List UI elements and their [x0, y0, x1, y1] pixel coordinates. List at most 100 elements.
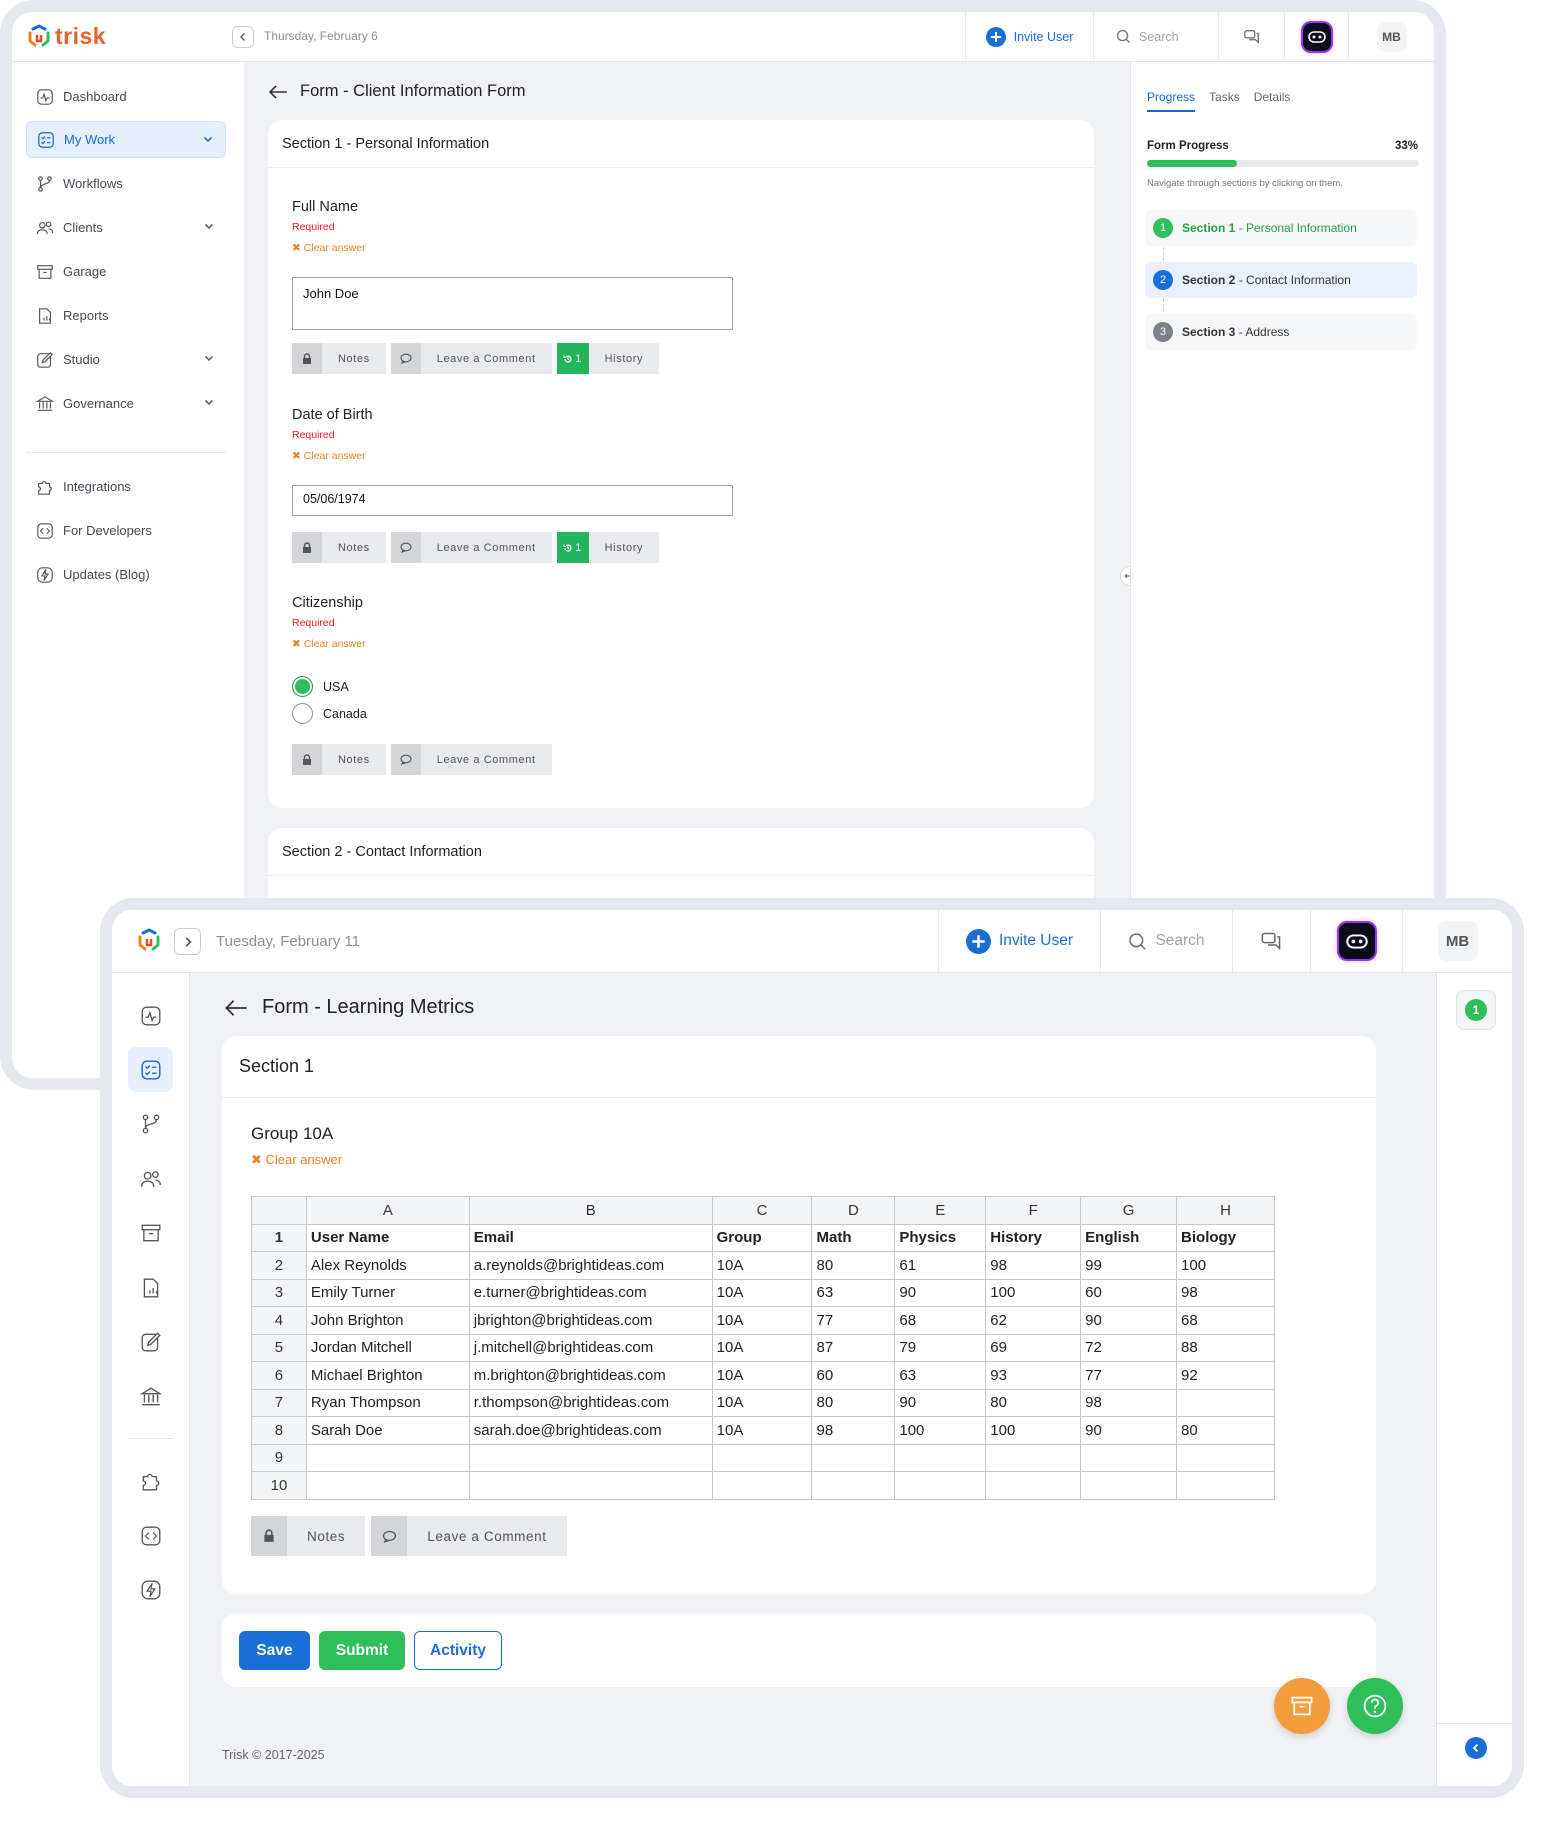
- table-cell[interactable]: 80: [985, 1388, 1082, 1417]
- sidebar-item-workflows[interactable]: [128, 1101, 173, 1146]
- table-cell[interactable]: 100: [985, 1278, 1082, 1307]
- full-name-field[interactable]: John Doe: [292, 277, 733, 330]
- table-cell[interactable]: [468, 1471, 713, 1500]
- column-header-cell[interactable]: G: [1080, 1196, 1178, 1225]
- table-cell[interactable]: Alex Reynolds: [305, 1251, 470, 1280]
- table-cell[interactable]: jbrighton@brightideas.com: [468, 1306, 713, 1335]
- submit-button[interactable]: Submit: [319, 1631, 405, 1670]
- table-cell[interactable]: 10A: [711, 1416, 813, 1445]
- table-cell[interactable]: Biology: [1176, 1223, 1275, 1252]
- table-cell[interactable]: [711, 1471, 813, 1500]
- table-cell[interactable]: r.thompson@brightideas.com: [468, 1388, 713, 1417]
- table-cell[interactable]: Sarah Doe: [305, 1416, 470, 1445]
- leave-comment-button[interactable]: Leave a Comment: [390, 532, 552, 563]
- table-cell[interactable]: [305, 1471, 470, 1500]
- sidebar-item-integrations[interactable]: Integrations: [26, 468, 226, 505]
- table-cell[interactable]: 72: [1080, 1333, 1178, 1362]
- table-cell[interactable]: 63: [894, 1361, 987, 1390]
- table-cell[interactable]: 68: [894, 1306, 987, 1335]
- tab-details[interactable]: Details: [1254, 90, 1291, 112]
- table-cell[interactable]: History: [985, 1223, 1082, 1252]
- table-cell[interactable]: 79: [894, 1333, 987, 1362]
- table-cell[interactable]: [985, 1443, 1082, 1472]
- table-cell[interactable]: 87: [811, 1333, 896, 1362]
- progress-section-3[interactable]: 3 Section 3 - Address: [1145, 314, 1417, 350]
- sidebar-item-studio[interactable]: Studio: [26, 341, 226, 378]
- table-cell[interactable]: 69: [985, 1333, 1082, 1362]
- invite-user-button[interactable]: Invite User: [938, 910, 1100, 972]
- table-cell[interactable]: 98: [1176, 1278, 1275, 1307]
- sidebar-item-dashboard[interactable]: [128, 993, 173, 1038]
- messages-button[interactable]: [1218, 12, 1284, 61]
- table-cell[interactable]: User Name: [305, 1223, 470, 1252]
- notes-button[interactable]: Notes: [292, 744, 386, 775]
- archive-fab-button[interactable]: [1274, 1678, 1330, 1734]
- table-cell[interactable]: 10A: [711, 1361, 813, 1390]
- column-header-cell[interactable]: B: [468, 1196, 713, 1225]
- assistant-button[interactable]: [1310, 910, 1402, 972]
- sidebar-item-integrations[interactable]: [128, 1458, 173, 1503]
- sidebar-item-governance[interactable]: Governance: [26, 385, 226, 422]
- table-cell[interactable]: 80: [1176, 1416, 1275, 1445]
- table-cell[interactable]: 62: [985, 1306, 1082, 1335]
- clear-answer-link[interactable]: ✖ Clear answer: [292, 242, 366, 254]
- table-cell[interactable]: 61: [894, 1251, 987, 1280]
- column-header-cell[interactable]: H: [1176, 1196, 1275, 1225]
- table-cell[interactable]: Ryan Thompson: [305, 1388, 470, 1417]
- notes-button[interactable]: Notes: [292, 532, 386, 563]
- table-cell[interactable]: j.mitchell@brightideas.com: [468, 1333, 713, 1362]
- notes-button[interactable]: Notes: [251, 1516, 366, 1556]
- table-cell[interactable]: 90: [1080, 1416, 1178, 1445]
- table-cell[interactable]: 88: [1176, 1333, 1275, 1362]
- table-cell[interactable]: 100: [894, 1416, 987, 1445]
- column-header-cell[interactable]: E: [894, 1196, 987, 1225]
- sidebar-item-garage[interactable]: [128, 1210, 173, 1255]
- activity-button[interactable]: Activity: [414, 1631, 502, 1670]
- clear-answer-link[interactable]: ✖ Clear answer: [292, 638, 366, 650]
- sidebar-item-garage[interactable]: Garage: [26, 253, 226, 290]
- table-cell[interactable]: sarah.doe@brightideas.com: [468, 1416, 713, 1445]
- table-cell[interactable]: 98: [1080, 1388, 1178, 1417]
- table-cell[interactable]: [1176, 1443, 1275, 1472]
- user-menu[interactable]: MB: [1348, 12, 1434, 61]
- progress-section-1[interactable]: 1 Section 1 - Personal Information: [1145, 210, 1417, 246]
- table-cell[interactable]: Jordan Mitchell: [305, 1333, 470, 1362]
- sidebar-item-my-work[interactable]: [128, 1047, 173, 1092]
- table-cell[interactable]: 10A: [711, 1333, 813, 1362]
- table-cell[interactable]: [1176, 1471, 1275, 1500]
- table-cell[interactable]: 100: [1176, 1251, 1275, 1280]
- arrow-left-icon[interactable]: [268, 84, 288, 100]
- table-cell[interactable]: 92: [1176, 1361, 1275, 1390]
- table-cell[interactable]: Email: [468, 1223, 713, 1252]
- table-cell[interactable]: a.reynolds@brightideas.com: [468, 1251, 713, 1280]
- table-cell[interactable]: 100: [985, 1416, 1082, 1445]
- table-cell[interactable]: [1080, 1443, 1178, 1472]
- table-cell[interactable]: 80: [811, 1388, 896, 1417]
- tab-progress[interactable]: Progress: [1147, 90, 1196, 112]
- sidebar-item-governance[interactable]: [128, 1374, 173, 1419]
- expand-panel-button[interactable]: [1465, 1737, 1487, 1759]
- table-cell[interactable]: 10A: [711, 1278, 813, 1307]
- column-header-cell[interactable]: A: [305, 1196, 470, 1225]
- table-cell[interactable]: [894, 1443, 987, 1472]
- table-cell[interactable]: e.turner@brightideas.com: [468, 1278, 713, 1307]
- messages-button[interactable]: [1232, 910, 1310, 972]
- save-button[interactable]: Save: [239, 1631, 310, 1670]
- search-input[interactable]: Search: [1093, 12, 1218, 61]
- table-cell[interactable]: John Brighton: [305, 1306, 470, 1335]
- table-cell[interactable]: English: [1080, 1223, 1178, 1252]
- sidebar-collapse-button[interactable]: [232, 26, 254, 48]
- table-cell[interactable]: [894, 1471, 987, 1500]
- radio-option-canada[interactable]: Canada: [292, 703, 367, 724]
- table-cell[interactable]: 60: [1080, 1278, 1178, 1307]
- table-cell[interactable]: 90: [894, 1388, 987, 1417]
- sidebar-item-clients[interactable]: [128, 1156, 173, 1201]
- help-fab-button[interactable]: [1347, 1678, 1403, 1734]
- sidebar-item-for-developers[interactable]: For Developers: [26, 512, 226, 549]
- tab-tasks[interactable]: Tasks: [1209, 90, 1240, 112]
- radio-option-usa[interactable]: USA: [292, 676, 349, 697]
- table-cell[interactable]: 63: [811, 1278, 896, 1307]
- user-menu[interactable]: MB: [1402, 910, 1512, 972]
- table-cell[interactable]: Physics: [894, 1223, 987, 1252]
- notes-button[interactable]: Notes: [292, 343, 386, 374]
